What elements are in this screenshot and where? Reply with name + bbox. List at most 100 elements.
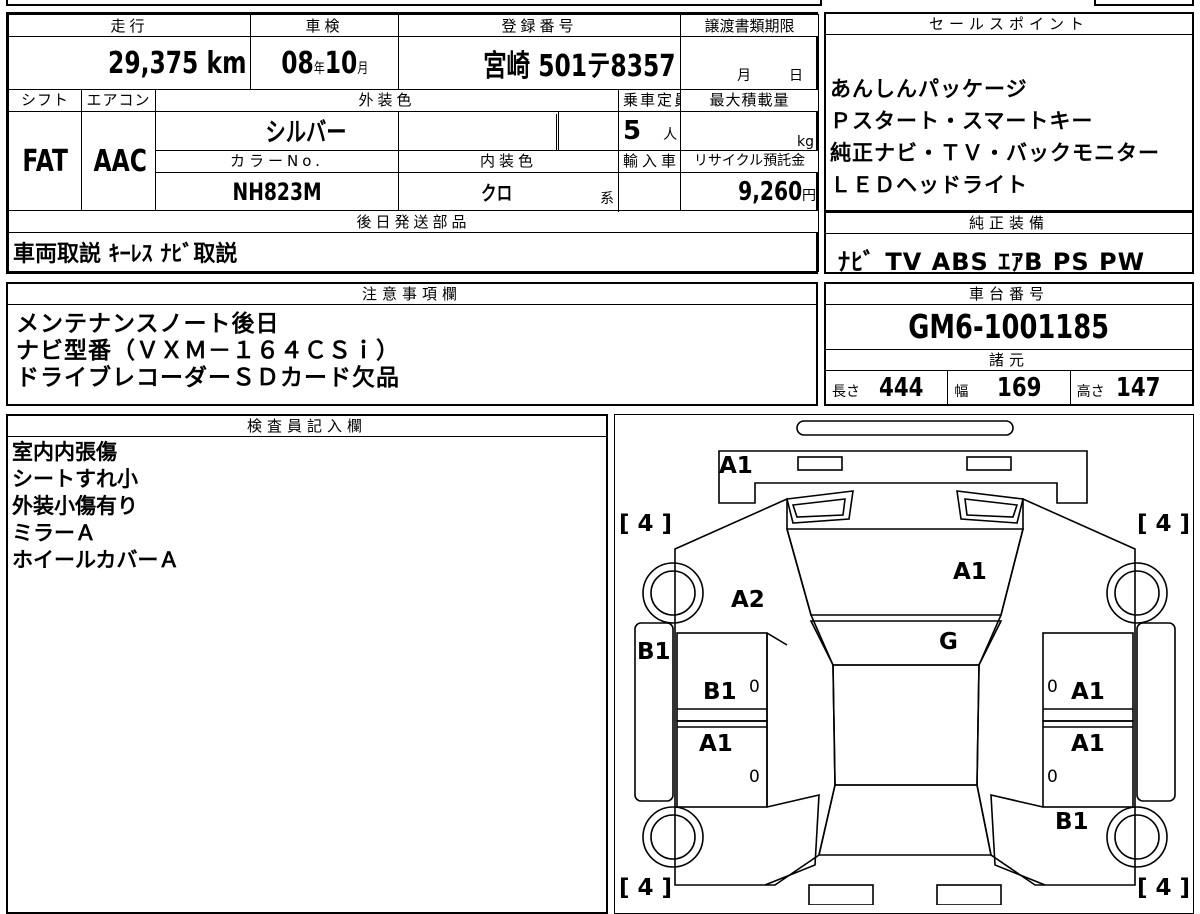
wheel-front-right-inner bbox=[1114, 570, 1160, 616]
specs-header: 諸元 bbox=[826, 350, 1192, 371]
capacity-value: 5 bbox=[623, 115, 642, 146]
shaken-year-unit: 年 bbox=[313, 60, 325, 77]
chassis-value-cell: GM6-1001185 bbox=[826, 305, 1192, 350]
spec-length-value: 444 bbox=[879, 373, 924, 403]
plate-cell: 宮崎 501テ8357 bbox=[397, 36, 682, 90]
import-split bbox=[618, 176, 619, 212]
import-label: 輸入車 bbox=[617, 149, 682, 173]
tire-rear-left: [ 4 ] bbox=[619, 875, 673, 901]
recycle-label: リサイクル預託金 bbox=[680, 149, 820, 173]
spec-height-value: 147 bbox=[1115, 373, 1161, 403]
capacity-unit: 人 bbox=[663, 126, 678, 143]
pillar-right bbox=[1136, 622, 1176, 802]
tire-rear-right: [ 4 ] bbox=[1137, 875, 1191, 901]
top-strip bbox=[6, 0, 822, 6]
tire-front-right: [ 4 ] bbox=[1137, 511, 1191, 537]
wheel-front-left bbox=[642, 562, 704, 624]
shift-value: FAT bbox=[22, 143, 68, 179]
tire-front-left: [ 4 ] bbox=[619, 511, 673, 537]
damage-left-front-door: B1 bbox=[703, 679, 737, 705]
top-strip-right bbox=[1094, 0, 1194, 6]
tire-rear-right-value: 4 bbox=[1155, 875, 1172, 901]
recycle-cell: 9,260円 bbox=[680, 171, 820, 212]
inspector-line: 外装小傷有り bbox=[12, 494, 138, 518]
front-lamp-right bbox=[966, 456, 1012, 471]
exterior-value: シルバー bbox=[265, 118, 347, 149]
exterior-split bbox=[556, 114, 557, 150]
front-grille-shape bbox=[796, 420, 1014, 436]
damage-windshield: G bbox=[939, 629, 958, 655]
shaken-cell: 08年10月 bbox=[250, 36, 399, 90]
capacity-cell: 5人 bbox=[617, 111, 682, 151]
vehicle-info-table: 走行 車検 登録番号 譲渡書類期限 29,375 km 08年10月 宮崎 50… bbox=[6, 12, 820, 274]
spec-height: 高さ 147 bbox=[1071, 371, 1192, 405]
exterior-cell: シルバー bbox=[155, 111, 399, 151]
inspector-box: 検査員記入欄 室内内張傷 シートすれ小 外装小傷有り ミラーＡ ホイールカバーＡ bbox=[6, 414, 608, 914]
wheel-rear-right-inner bbox=[1114, 814, 1160, 860]
colorno-label: カラーNo. bbox=[155, 149, 399, 173]
tire-rear-left-value: 4 bbox=[637, 875, 654, 901]
spec-height-label: 高さ bbox=[1076, 384, 1105, 400]
shift-label: シフト bbox=[8, 88, 82, 113]
import-cell bbox=[617, 171, 682, 212]
interior-cell: クロ 系 bbox=[398, 171, 619, 212]
shift-cell: FAT bbox=[8, 111, 82, 212]
later-value: 車両取説 ｷｰﾚｽ ﾅﾋﾞ取説 bbox=[13, 242, 238, 268]
transfer-day-unit: 日 bbox=[789, 67, 804, 84]
interior-unit: 系 bbox=[600, 191, 614, 208]
windshield-shape bbox=[809, 620, 1003, 666]
chassis-header: 車台番号 bbox=[826, 284, 1192, 305]
inspector-header: 検査員記入欄 bbox=[8, 416, 606, 437]
maxload-unit: kg bbox=[797, 133, 815, 150]
roof-shape bbox=[832, 664, 980, 786]
notes-line: ドライブレコーダーＳＤカード欠品 bbox=[16, 365, 400, 391]
later-cell: 車両取説 ｷｰﾚｽ ﾅﾋﾞ取説 bbox=[7, 232, 820, 272]
handle-mark: 0 bbox=[1047, 677, 1058, 697]
sales-point-item: ＬＥＤヘッドライト bbox=[830, 173, 1028, 197]
recycle-unit: 円 bbox=[802, 187, 817, 204]
damage-front-bumper: A1 bbox=[719, 453, 753, 479]
rear-quarter-left bbox=[764, 793, 820, 886]
colorno-cell: NH823M bbox=[155, 171, 399, 212]
front-lamp-left bbox=[797, 456, 843, 471]
maxload-label: 最大積載量 bbox=[680, 88, 820, 113]
shaken-year: 08 bbox=[281, 45, 314, 81]
handle-mark: 0 bbox=[749, 677, 760, 697]
chassis-box: 車台番号 GM6-1001185 諸元 長さ 444 幅 169 高さ 147 bbox=[824, 282, 1194, 406]
handle-mark: 0 bbox=[1047, 767, 1058, 787]
spec-width-value: 169 bbox=[997, 373, 1042, 403]
ac-cell: AAC bbox=[81, 111, 156, 212]
mileage-cell: 29,375 km bbox=[8, 36, 251, 90]
spec-width: 幅 169 bbox=[948, 371, 1071, 405]
damage-right-rear-door: A1 bbox=[1071, 731, 1105, 757]
sales-point-list: あんしんパッケージ Ｐスタート・スマートキー 純正ナビ・ＴＶ・バックモニター Ｌ… bbox=[826, 35, 1192, 201]
exterior-sub2 bbox=[558, 111, 619, 151]
exterior-sub1 bbox=[398, 111, 559, 151]
inspector-line: ミラーＡ bbox=[12, 521, 96, 545]
wheel-rear-right bbox=[1106, 806, 1168, 868]
front-bumper-shape bbox=[718, 450, 1088, 504]
shaken-label: 車検 bbox=[250, 13, 399, 38]
wheel-front-left-inner bbox=[650, 570, 696, 616]
plate-value: 宮崎 501テ8357 bbox=[483, 49, 677, 85]
sales-point-item: 純正ナビ・ＴＶ・バックモニター bbox=[830, 141, 1160, 165]
capacity-label: 乗車定員 bbox=[617, 88, 682, 113]
hood-shape bbox=[785, 528, 1025, 616]
rear-window-shape bbox=[817, 784, 992, 856]
wheel-front-right bbox=[1106, 562, 1168, 624]
notes-list: メンテナンスノート後日 ナビ型番（ＶＸＭ－１６４ＣＳｉ） ドライブレコーダーＳＤ… bbox=[8, 305, 816, 392]
headlight-right bbox=[956, 490, 1024, 524]
interior-label: 内装色 bbox=[398, 149, 619, 173]
mileage-label: 走行 bbox=[8, 13, 251, 38]
equipment-header: 純正装備 bbox=[826, 213, 1192, 234]
wheel-rear-left bbox=[642, 806, 704, 868]
spec-length: 長さ 444 bbox=[826, 371, 949, 405]
damage-left-rear-door: A1 bbox=[699, 731, 733, 757]
chassis-number: GM6-1001185 bbox=[908, 307, 1110, 346]
rear-bumper-right bbox=[936, 884, 1002, 905]
damage-right-front-door: A1 bbox=[1071, 679, 1105, 705]
ac-label: エアコン bbox=[81, 88, 156, 113]
inspector-list: 室内内張傷 シートすれ小 外装小傷有り ミラーＡ ホイールカバーＡ bbox=[8, 437, 606, 574]
tire-front-left-value: 4 bbox=[637, 511, 654, 537]
headlight-left bbox=[786, 490, 854, 524]
